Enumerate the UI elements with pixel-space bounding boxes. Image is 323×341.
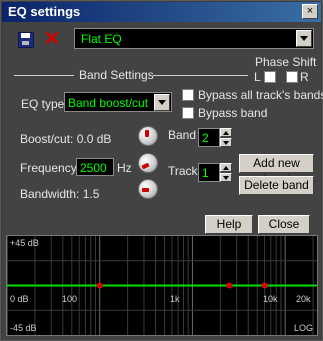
graph-log-scale-label: LOG bbox=[294, 323, 314, 333]
boost-cut-knob[interactable] bbox=[138, 126, 158, 146]
eq-curve-graph[interactable]: +45 dB 0 dB -45 dB 100 1k 10k 20k LOG bbox=[6, 235, 318, 336]
track-spinner[interactable]: 1 bbox=[198, 163, 234, 182]
graph-freq-100-label: 100 bbox=[62, 294, 78, 304]
band-settings-divider-left bbox=[14, 75, 74, 76]
graph-freq-1k-label: 1k bbox=[170, 294, 180, 304]
chevron-down-icon bbox=[300, 36, 308, 41]
preset-dropdown[interactable]: Flat EQ bbox=[74, 28, 314, 49]
red-x-icon[interactable]: ✕ bbox=[43, 29, 61, 49]
bypass-band-checkbox[interactable] bbox=[182, 107, 194, 119]
bandwidth-knob[interactable] bbox=[138, 179, 158, 199]
bypass-all-label: Bypass all track's bands bbox=[198, 88, 323, 102]
eq-settings-window: EQ settings × ✕ Flat EQ Phase Shift L R … bbox=[0, 0, 323, 341]
delete-band-button[interactable]: Delete band bbox=[239, 176, 314, 195]
bypass-all-checkbox[interactable] bbox=[182, 89, 194, 101]
band-decrement-button[interactable] bbox=[220, 138, 232, 147]
track-label: Track bbox=[168, 164, 198, 178]
frequency-input[interactable]: 2500 bbox=[76, 158, 114, 176]
band-point-1 bbox=[96, 282, 103, 289]
band-spinner[interactable]: 2 bbox=[198, 128, 234, 147]
band-point-2 bbox=[226, 282, 233, 289]
preset-dropdown-button[interactable] bbox=[296, 30, 312, 47]
phase-right-checkbox[interactable] bbox=[286, 71, 298, 83]
phase-right-label: R bbox=[300, 70, 309, 84]
floppy-save-icon[interactable] bbox=[17, 31, 35, 49]
eq-type-dropdown[interactable]: Band boost/cut bbox=[64, 92, 172, 112]
window-title: EQ settings bbox=[8, 4, 81, 19]
window-client: ✕ Flat EQ Phase Shift L R Band Settings … bbox=[2, 22, 323, 340]
track-number-field[interactable]: 1 bbox=[198, 163, 220, 182]
window-close-button[interactable]: × bbox=[302, 4, 318, 19]
frequency-value: 2500 bbox=[80, 161, 107, 175]
graph-zero-db-label: 0 dB bbox=[10, 294, 29, 304]
band-label: Band bbox=[168, 128, 197, 142]
boost-cut-readout: Boost/cut: 0.0 dB bbox=[20, 132, 112, 146]
phase-left-checkbox[interactable] bbox=[264, 71, 276, 83]
arrow-down-icon bbox=[223, 141, 229, 145]
arrow-up-icon bbox=[223, 166, 229, 170]
title-bar: EQ settings × bbox=[2, 2, 321, 22]
eq-type-label: EQ type: bbox=[21, 97, 68, 111]
band-settings-divider-right bbox=[153, 75, 248, 76]
close-button[interactable]: Close bbox=[258, 215, 310, 234]
arrow-down-icon bbox=[223, 176, 229, 180]
add-band-button[interactable]: Add new band bbox=[239, 154, 314, 187]
arrow-up-icon bbox=[223, 131, 229, 135]
graph-freq-10k-label: 10k bbox=[263, 294, 278, 304]
frequency-label: Frequency: bbox=[20, 161, 81, 175]
track-number-value: 1 bbox=[202, 166, 209, 180]
band-number-field[interactable]: 2 bbox=[198, 128, 220, 147]
bypass-band-label: Bypass band bbox=[198, 106, 268, 120]
frequency-unit: Hz bbox=[117, 161, 132, 175]
band-settings-label: Band Settings bbox=[79, 68, 154, 82]
frequency-knob[interactable] bbox=[138, 153, 158, 173]
eq-type-dropdown-button[interactable] bbox=[154, 94, 170, 111]
track-decrement-button[interactable] bbox=[220, 173, 232, 182]
band-point-3 bbox=[261, 282, 268, 289]
phase-left-label: L bbox=[254, 70, 261, 84]
chevron-down-icon bbox=[158, 100, 166, 105]
preset-value: Flat EQ bbox=[81, 32, 122, 46]
band-increment-button[interactable] bbox=[220, 128, 232, 137]
band-number-value: 2 bbox=[202, 131, 209, 145]
help-button[interactable]: Help bbox=[205, 215, 253, 234]
eq-curve-plot[interactable] bbox=[7, 236, 317, 335]
phase-shift-label: Phase Shift bbox=[255, 55, 317, 69]
graph-bottom-db-label: -45 dB bbox=[10, 323, 37, 333]
track-increment-button[interactable] bbox=[220, 163, 232, 172]
graph-freq-20k-label: 20k bbox=[296, 294, 311, 304]
graph-top-db-label: +45 dB bbox=[10, 238, 39, 248]
eq-type-value: Band boost/cut bbox=[68, 96, 149, 110]
bandwidth-readout: Bandwidth: 1.5 bbox=[20, 187, 100, 201]
